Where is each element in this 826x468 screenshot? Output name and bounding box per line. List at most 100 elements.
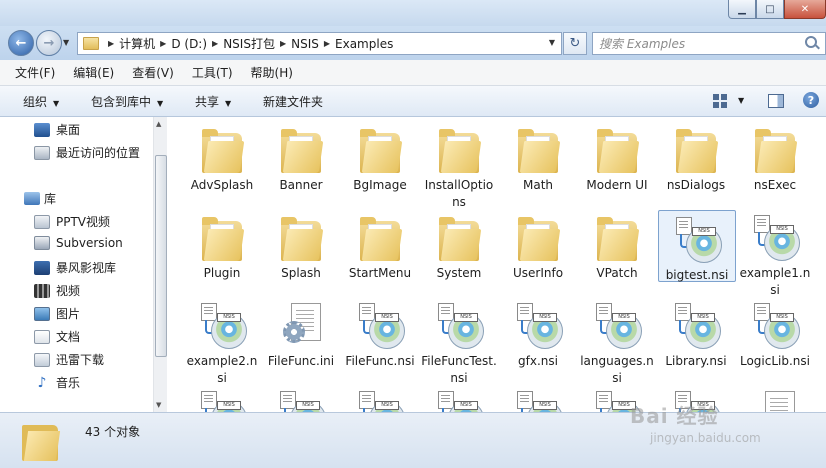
file-item-filefunctest[interactable]: NSIS FileFuncTest.nsi [421,297,497,387]
command-bar: 组织 ▼ 包含到库中 ▼ 共享 ▼ 新建文件夹 ▼ ? [0,86,826,117]
file-item-partial[interactable]: NSIS [500,385,576,412]
breadcrumb-nsis-pack[interactable]: NSIS打包 [223,35,275,52]
file-item-filefunc-nsi[interactable]: NSIS FileFunc.nsi [342,297,418,370]
nsis-script-icon: NSIS [671,303,721,349]
menu-view[interactable]: 查看(V) [123,64,183,81]
breadcrumb-arrow-icon[interactable]: ▶ [280,39,286,48]
file-item-partial[interactable]: NSIS [342,385,418,412]
file-item-languages[interactable]: NSIS languages.nsi [579,297,655,387]
file-list: AdvSplash Banner BgImage InstallOptions … [170,117,810,412]
sidebar-item-pictures[interactable]: 图片 [34,305,80,322]
file-item-startmenu[interactable]: StartMenu [342,209,418,282]
organize-label: 组织 [23,95,48,109]
sidebar-item-libraries[interactable]: 库 [24,190,56,207]
sidebar-item-music[interactable]: ♪ 音乐 [34,374,80,391]
forward-button[interactable]: → [36,30,62,56]
folder-icon [202,217,245,261]
file-name: FileFunc.nsi [345,354,415,368]
sidebar-item-desktop[interactable]: 桌面 [34,121,80,138]
breadcrumb-drive-d[interactable]: D (D:) [171,37,207,51]
navigation-pane-scrollbar[interactable]: ▲ ▼ [153,117,167,412]
back-button[interactable]: ← [8,30,34,56]
include-in-library-label: 包含到库中 [91,95,152,109]
file-item-bgimage[interactable]: BgImage [342,121,418,194]
search-box[interactable] [592,32,826,55]
sidebar-item-documents[interactable]: 文档 [34,328,80,345]
breadcrumb-arrow-icon[interactable]: ▶ [108,39,114,48]
search-icon[interactable] [805,36,817,48]
breadcrumb-computer[interactable]: 计算机 [119,35,155,52]
organize-button[interactable]: 组织 ▼ [23,93,59,110]
file-item-gfx[interactable]: NSIS gfx.nsi [500,297,576,370]
include-in-library-button[interactable]: 包含到库中 ▼ [91,93,163,110]
help-icon[interactable]: ? [803,92,819,108]
file-item-partial[interactable]: NSIS [184,385,260,412]
folder-icon [202,129,245,173]
file-item-example1[interactable]: NSIS example1.nsi [737,209,810,299]
sidebar-item-baofeng[interactable]: 暴风影视库 [34,259,116,276]
recent-pages-dropdown[interactable]: ▼ [63,38,69,47]
scroll-down-icon[interactable]: ▼ [156,401,161,409]
breadcrumb-examples[interactable]: Examples [335,37,393,51]
file-item-partial[interactable]: NSIS [421,385,497,412]
file-name: FileFuncTest.nsi [421,354,497,385]
address-dropdown-icon[interactable]: ▼ [549,38,555,47]
folder-icon [360,129,403,173]
file-item-math[interactable]: Math [500,121,576,194]
sidebar-item-recent-places[interactable]: 最近访问的位置 [34,144,140,161]
menu-edit[interactable]: 编辑(E) [64,64,123,81]
file-item-bigtest[interactable]: NSIS bigtest.nsi [658,210,736,282]
file-item-modern-ui[interactable]: Modern UI [579,121,655,194]
menu-tools[interactable]: 工具(T) [183,64,242,81]
sidebar-item-xunlei[interactable]: 迅雷下载 [34,351,104,368]
file-item-vpatch[interactable]: VPatch [579,209,655,282]
documents-icon [34,329,50,344]
address-bar[interactable]: ▶ 计算机 ▶ D (D:) ▶ NSIS打包 ▶ NSIS ▶ Example… [77,32,562,55]
folder-icon [439,129,482,173]
sidebar-item-videos[interactable]: 视频 [34,282,80,299]
file-item-plugin[interactable]: Plugin [184,209,260,282]
item-count: 43 个对象 [85,425,141,439]
file-item-example2[interactable]: NSIS example2.nsi [184,297,260,387]
file-item-splash[interactable]: Splash [263,209,339,282]
search-input[interactable] [593,36,799,51]
file-item-system[interactable]: System [421,209,497,282]
navigation-bar: ← → ▼ ▶ 计算机 ▶ D (D:) ▶ NSIS打包 ▶ NSIS ▶ E… [0,26,826,60]
new-folder-button[interactable]: 新建文件夹 [263,93,323,110]
file-name: nsDialogs [666,178,726,192]
nsis-script-icon: NSIS [592,303,642,349]
maximize-button[interactable]: □ [756,0,784,19]
file-item-installoptions[interactable]: InstallOptions [421,121,497,211]
breadcrumb-arrow-icon[interactable]: ▶ [324,39,330,48]
share-button[interactable]: 共享 ▼ [195,93,231,110]
minimize-button[interactable]: ▁ [728,0,756,19]
nsis-script-icon: NSIS [355,391,405,412]
file-item-filefunc-ini[interactable]: FileFunc.ini [263,297,339,370]
file-item-advsplash[interactable]: AdvSplash [184,121,260,194]
menu-help[interactable]: 帮助(H) [242,64,302,81]
menu-file[interactable]: 文件(F) [6,64,64,81]
view-options-icon[interactable] [713,94,727,108]
file-item-nsdialogs[interactable]: nsDialogs [658,121,734,194]
file-item-userinfo[interactable]: UserInfo [500,209,576,282]
file-item-banner[interactable]: Banner [263,121,339,194]
scrollbar-thumb[interactable] [155,155,167,357]
preview-pane-icon[interactable] [768,94,784,108]
pictures-icon [34,306,50,321]
file-item-nsexec[interactable]: nsExec [737,121,810,194]
file-item-partial[interactable]: NSIS [263,385,339,412]
refresh-button[interactable]: ↻ [563,32,587,55]
sidebar-item-subversion[interactable]: Subversion [34,236,123,250]
breadcrumb-arrow-icon[interactable]: ▶ [160,39,166,48]
music-icon: ♪ [37,374,47,391]
breadcrumb-nsis[interactable]: NSIS [291,37,319,51]
folder-icon [439,217,482,261]
view-dropdown-icon[interactable]: ▼ [738,96,744,105]
breadcrumb-arrow-icon[interactable]: ▶ [212,39,218,48]
close-button[interactable]: ✕ [784,0,826,19]
scroll-up-icon[interactable]: ▲ [156,120,161,128]
sidebar-item-pptv[interactable]: PPTV视频 [34,213,110,230]
folder-icon [755,129,798,173]
file-item-logiclib[interactable]: NSIS LogicLib.nsi [737,297,810,370]
file-item-library[interactable]: NSIS Library.nsi [658,297,734,370]
